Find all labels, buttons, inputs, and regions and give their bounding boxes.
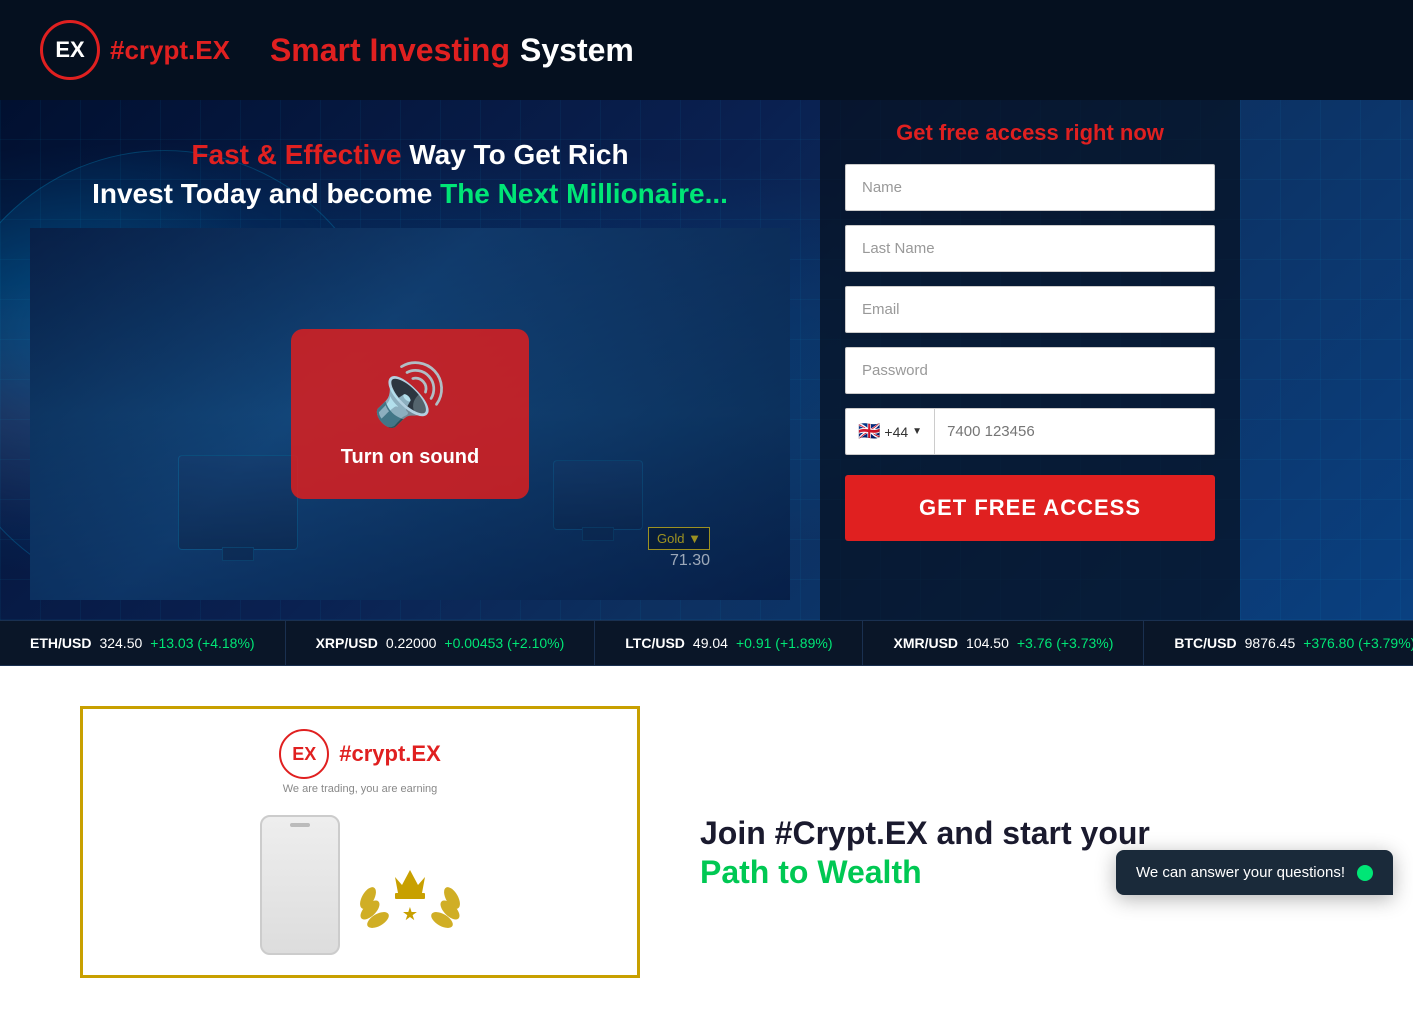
bottom-right-panel: Join #Crypt.EX and start your Path to We…	[700, 706, 1333, 978]
ticker-pair: ETH/USD	[30, 635, 91, 651]
chat-dot	[1357, 865, 1373, 881]
monitor-2	[553, 460, 643, 530]
bottom-tagline: We are trading, you are earning	[283, 783, 438, 795]
headline-part1: Fast & Effective	[191, 139, 401, 170]
video-container[interactable]: Gold ▼ 71.30 🔊 Turn on sound	[30, 228, 790, 600]
ticker-price: 0.22000	[386, 635, 437, 651]
logo-name-bold: EX	[195, 35, 230, 65]
header: EX #crypt.EX Smart Investing System	[0, 0, 1413, 100]
registration-form: Get free access right now 🇬🇧 +44 ▼ GET F…	[820, 100, 1240, 620]
ticker-price: 49.04	[693, 635, 728, 651]
hero-content: Fast & Effective Way To Get Rich Invest …	[0, 100, 1413, 620]
ticker-change: +376.80 (+3.79%)	[1303, 635, 1413, 651]
ticker-price: 324.50	[99, 635, 142, 651]
join-title: Join #Crypt.EX and start your	[700, 813, 1333, 855]
logo-name: #crypt.	[110, 35, 195, 65]
tagline-system: System	[520, 32, 634, 69]
nav-tagline: Smart Investing System	[270, 32, 634, 69]
ticker-item: LTC/USD 49.04 +0.91 (+1.89%)	[595, 620, 863, 666]
phone-row: 🇬🇧 +44 ▼	[845, 408, 1215, 455]
form-title: Get free access right now	[845, 120, 1215, 146]
phone-mockup	[260, 815, 340, 955]
sound-icon: 🔊	[373, 359, 448, 430]
bottom-logo-text: #crypt.EX	[339, 741, 441, 767]
logo-circle: EX	[40, 20, 100, 80]
phone-flag-selector[interactable]: 🇬🇧 +44 ▼	[846, 409, 935, 454]
monitor-1	[178, 455, 298, 550]
hero-left: Fast & Effective Way To Get Rich Invest …	[0, 100, 820, 620]
bottom-left-panel: EX #crypt.EX We are trading, you are ear…	[80, 706, 640, 978]
price-label: 71.30	[670, 552, 710, 570]
ticker-price: 104.50	[966, 635, 1009, 651]
ticker-price: 9876.45	[1245, 635, 1296, 651]
tagline-smart: Smart Investing	[270, 32, 510, 69]
ticker-item: XMR/USD 104.50 +3.76 (+3.73%)	[863, 620, 1144, 666]
ticker-pair: BTC/USD	[1174, 635, 1236, 651]
svg-text:★: ★	[402, 904, 418, 924]
gold-label: Gold ▼	[648, 527, 710, 550]
dropdown-arrow-icon: ▼	[912, 426, 922, 437]
ticker-change: +13.03 (+4.18%)	[150, 635, 254, 651]
ticker-item: XRP/USD 0.22000 +0.00453 (+2.10%)	[286, 620, 596, 666]
ticker-bar: ETH/USD 324.50 +13.03 (+4.18%) XRP/USD 0…	[0, 620, 1413, 666]
country-code: +44	[884, 424, 908, 440]
bottom-logo-circle: EX	[279, 729, 329, 779]
hero-headline: Fast & Effective Way To Get Rich Invest …	[30, 120, 790, 228]
cta-button[interactable]: GET FREE ACCESS	[845, 475, 1215, 541]
sound-label: Turn on sound	[341, 446, 480, 469]
lastname-input[interactable]	[845, 225, 1215, 272]
ticker-change: +0.91 (+1.89%)	[736, 635, 833, 651]
sound-overlay-button[interactable]: 🔊 Turn on sound	[291, 329, 530, 499]
logo-letters: EX	[55, 37, 84, 63]
ticker-change: +0.00453 (+2.10%)	[444, 635, 564, 651]
bottom-visuals: ★	[260, 815, 460, 955]
password-input[interactable]	[845, 347, 1215, 394]
ticker-item: ETH/USD 324.50 +13.03 (+4.18%)	[0, 620, 286, 666]
ticker-pair: XMR/USD	[893, 635, 958, 651]
bottom-section: EX #crypt.EX We are trading, you are ear…	[0, 666, 1413, 1018]
headline-part2: Way To Get Rich	[401, 139, 628, 170]
logo-text: #crypt.EX	[110, 35, 230, 66]
phone-input[interactable]	[935, 409, 1214, 454]
ticker-change: +3.76 (+3.73%)	[1017, 635, 1114, 651]
flag-icon: 🇬🇧	[858, 421, 880, 442]
email-input[interactable]	[845, 286, 1215, 333]
ticker-item: BTC/USD 9876.45 +376.80 (+3.79%)	[1144, 620, 1413, 666]
ticker-pair: XRP/USD	[316, 635, 378, 651]
chat-bubble[interactable]: We can answer your questions!	[1116, 850, 1393, 895]
bottom-logo-prefix: #crypt.	[339, 741, 411, 766]
headline-part4: The Next Millionaire...	[440, 178, 728, 209]
bottom-logo-row: EX #crypt.EX	[279, 729, 441, 779]
bottom-logo-bold: EX	[411, 741, 440, 766]
logo-container[interactable]: EX #crypt.EX	[40, 20, 230, 80]
ticker-track: ETH/USD 324.50 +13.03 (+4.18%) XRP/USD 0…	[0, 620, 1413, 666]
hero-section: Fast & Effective Way To Get Rich Invest …	[0, 100, 1413, 620]
chat-label: We can answer your questions!	[1136, 864, 1345, 881]
name-input[interactable]	[845, 164, 1215, 211]
ticker-pair: LTC/USD	[625, 635, 685, 651]
award-emblem: ★	[360, 865, 460, 955]
headline-part3: Invest Today and become	[92, 178, 440, 209]
